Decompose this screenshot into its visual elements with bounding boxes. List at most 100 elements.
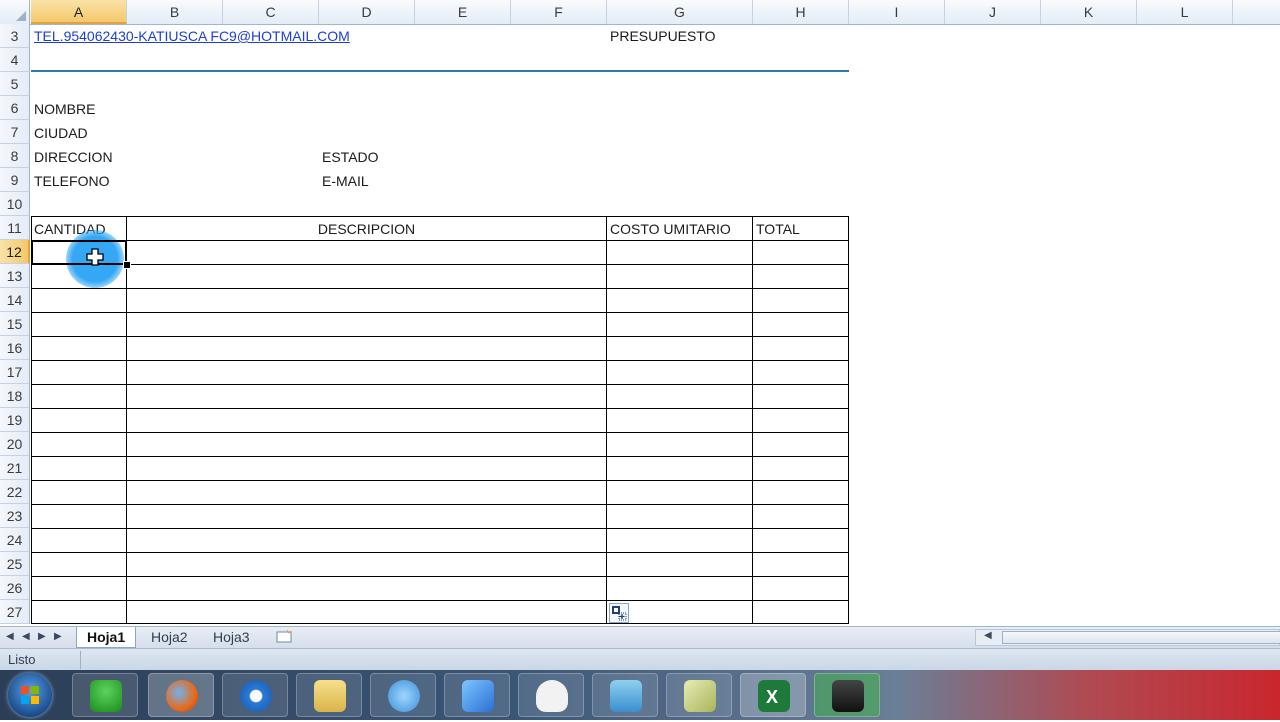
taskbar-ghost-app[interactable] bbox=[518, 673, 584, 717]
row-header-24[interactable]: 24 bbox=[0, 528, 30, 552]
first-sheet-icon[interactable]: ◀ bbox=[6, 631, 14, 642]
prev-sheet-icon[interactable]: ◀ bbox=[22, 631, 30, 642]
cell-d9-email[interactable]: E-MAIL bbox=[322, 169, 369, 193]
start-button[interactable] bbox=[8, 673, 52, 717]
table-header-total[interactable]: TOTAL bbox=[756, 217, 800, 241]
row-header-11[interactable]: 11 bbox=[0, 216, 30, 240]
row-header-25[interactable]: 25 bbox=[0, 552, 30, 576]
select-all-triangle-icon bbox=[16, 11, 26, 21]
cell-a6-nombre[interactable]: NOMBRE bbox=[34, 97, 95, 121]
row-header-18[interactable]: 18 bbox=[0, 384, 30, 408]
cell-d8-estado[interactable]: ESTADO bbox=[322, 145, 379, 169]
taskbar-file-explorer[interactable] bbox=[296, 673, 362, 717]
row-header-12[interactable]: 12 bbox=[0, 240, 30, 264]
insert-sheet-button[interactable] bbox=[266, 627, 306, 647]
column-header-d[interactable]: D bbox=[319, 0, 415, 24]
mushroom-icon bbox=[90, 680, 122, 712]
taskbar-notes-app[interactable] bbox=[666, 673, 732, 717]
taskbar-book-app[interactable] bbox=[592, 673, 658, 717]
column-header-b[interactable]: B bbox=[127, 0, 223, 24]
row-header-4[interactable]: 4 bbox=[0, 48, 30, 72]
row-header-19[interactable]: 19 bbox=[0, 408, 30, 432]
taskbar-mushroom-app[interactable] bbox=[72, 673, 138, 717]
active-cell-a12[interactable] bbox=[31, 240, 127, 265]
cell-g3-title[interactable]: PRESUPUESTO bbox=[610, 24, 716, 48]
column-header-g[interactable]: G bbox=[607, 0, 753, 24]
horizontal-scrollbar[interactable]: ◀ bbox=[975, 629, 1280, 646]
column-header-m[interactable] bbox=[1233, 0, 1280, 24]
notes-icon bbox=[684, 680, 716, 712]
row-header-7[interactable]: 7 bbox=[0, 120, 30, 144]
sheet-tab-hoja2[interactable]: Hoja2 bbox=[141, 627, 198, 647]
taskbar-excel[interactable]: X bbox=[740, 673, 806, 717]
column-header-l[interactable]: L bbox=[1137, 0, 1233, 24]
table-hline bbox=[31, 504, 849, 505]
row-header-13[interactable]: 13 bbox=[0, 264, 30, 288]
table-hline bbox=[31, 528, 849, 529]
table-header-costo[interactable]: COSTO UMITARIO bbox=[610, 217, 731, 241]
column-header-k[interactable]: K bbox=[1041, 0, 1137, 24]
column-header-h[interactable]: H bbox=[753, 0, 849, 24]
messenger-icon bbox=[388, 680, 420, 712]
table-vline bbox=[126, 216, 127, 624]
table-hline bbox=[31, 264, 849, 265]
paste-options-button[interactable] bbox=[609, 603, 629, 623]
column-header-j[interactable]: J bbox=[945, 0, 1041, 24]
taskbar-internet-explorer[interactable] bbox=[222, 673, 288, 717]
camcorder-icon bbox=[832, 680, 864, 712]
ghost-icon bbox=[536, 680, 568, 712]
cell-a7-ciudad[interactable]: CIUDAD bbox=[34, 121, 88, 145]
butterfly-icon bbox=[462, 680, 494, 712]
taskbar-messenger[interactable] bbox=[370, 673, 436, 717]
table-header-descripcion[interactable]: DESCRIPCION bbox=[127, 217, 606, 241]
column-header-f[interactable]: F bbox=[511, 0, 607, 24]
cell-a3-contact[interactable]: TEL.954062430-KATIUSCA FC9@HOTMAIL.COM bbox=[34, 24, 350, 48]
last-sheet-icon[interactable]: ▶ bbox=[54, 631, 62, 642]
firefox-icon bbox=[166, 680, 198, 712]
row-header-6[interactable]: 6 bbox=[0, 96, 30, 120]
table-vline bbox=[606, 216, 607, 624]
table-hline bbox=[31, 432, 849, 433]
row-header-20[interactable]: 20 bbox=[0, 432, 30, 456]
row-header-26[interactable]: 26 bbox=[0, 576, 30, 600]
status-bar: Listo bbox=[0, 648, 1280, 671]
row-header-10[interactable]: 10 bbox=[0, 192, 30, 216]
row-header-14[interactable]: 14 bbox=[0, 288, 30, 312]
cell-a8-direccion[interactable]: DIRECCION bbox=[34, 145, 113, 169]
taskbar-butterfly-app[interactable] bbox=[444, 673, 510, 717]
scroll-thumb[interactable] bbox=[1002, 631, 1280, 644]
select-all-corner[interactable] bbox=[0, 0, 30, 24]
row-header-22[interactable]: 22 bbox=[0, 480, 30, 504]
status-separator bbox=[80, 651, 81, 669]
taskbar-firefox[interactable] bbox=[148, 673, 214, 717]
column-header-e[interactable]: E bbox=[415, 0, 511, 24]
status-text: Listo bbox=[8, 652, 36, 667]
column-header-a[interactable]: A bbox=[31, 0, 127, 24]
sheet-tab-hoja3[interactable]: Hoja3 bbox=[203, 627, 260, 647]
paste-options-icon bbox=[612, 606, 627, 621]
cell-cursor-icon bbox=[86, 248, 104, 266]
row-header-9[interactable]: 9 bbox=[0, 168, 30, 192]
sheet-tab-hoja1[interactable]: Hoja1 bbox=[76, 627, 137, 648]
row-header-23[interactable]: 23 bbox=[0, 504, 30, 528]
row-header-15[interactable]: 15 bbox=[0, 312, 30, 336]
cell-a9-telefono[interactable]: TELEFONO bbox=[34, 169, 109, 193]
table-hline bbox=[31, 336, 849, 337]
table-hline bbox=[31, 600, 849, 601]
row-header-3[interactable]: 3 bbox=[0, 24, 30, 48]
row-header-27[interactable]: 27 bbox=[0, 600, 30, 624]
next-sheet-icon[interactable]: ▶ bbox=[38, 631, 46, 642]
column-header-c[interactable]: C bbox=[223, 0, 319, 24]
row-header-21[interactable]: 21 bbox=[0, 456, 30, 480]
row-header-17[interactable]: 17 bbox=[0, 360, 30, 384]
row-header-5[interactable]: 5 bbox=[0, 72, 30, 96]
column-header-i[interactable]: I bbox=[849, 0, 945, 24]
taskbar-camcorder[interactable] bbox=[814, 673, 880, 717]
scroll-left-icon[interactable]: ◀ bbox=[984, 630, 992, 641]
book-icon bbox=[610, 680, 642, 712]
invoice-table bbox=[31, 216, 849, 624]
table-hline bbox=[31, 408, 849, 409]
row-header-8[interactable]: 8 bbox=[0, 144, 30, 168]
row-header-16[interactable]: 16 bbox=[0, 336, 30, 360]
fill-handle[interactable] bbox=[123, 261, 131, 269]
